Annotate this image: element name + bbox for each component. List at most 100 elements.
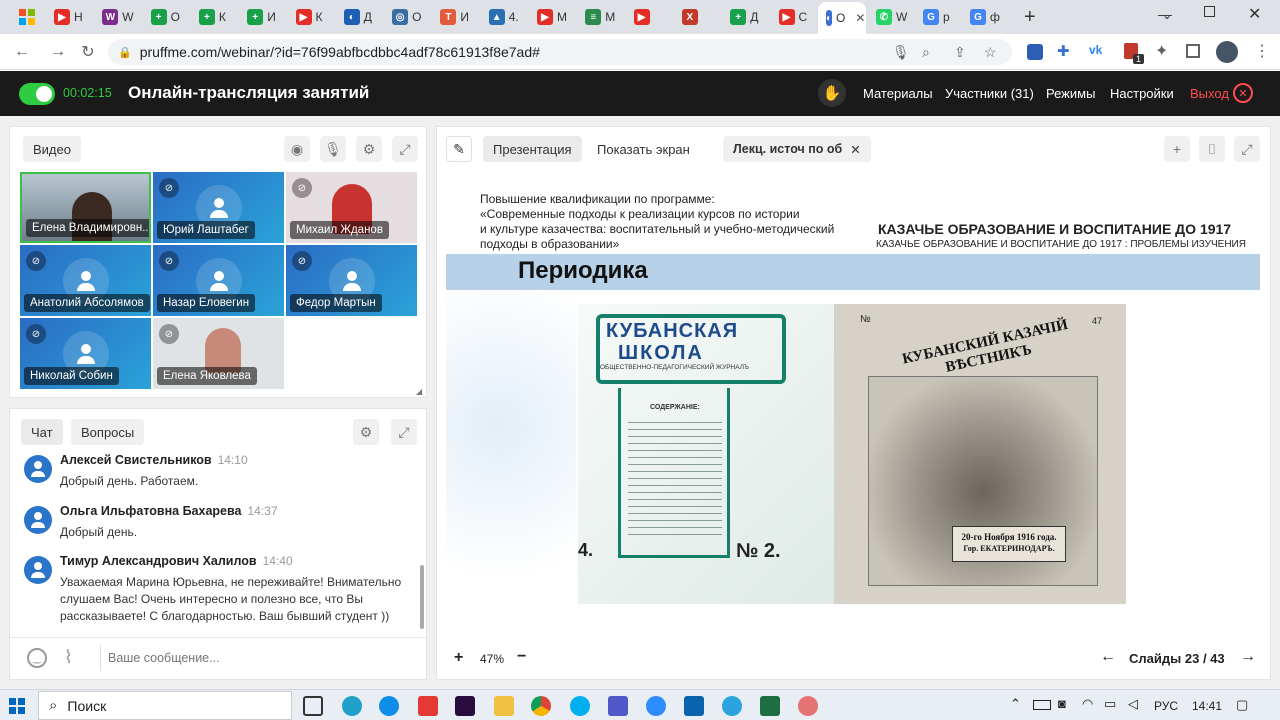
extension-icon[interactable] [1027, 44, 1043, 60]
browser-tab-active[interactable]: ◐ О ✕ [818, 2, 866, 34]
browser-tab[interactable]: + И [243, 4, 276, 30]
telegram-icon[interactable] [722, 696, 742, 716]
nav-participants[interactable]: Участники (31) [945, 86, 1034, 101]
star-icon[interactable]: ☆ [984, 44, 997, 61]
participant-tile[interactable]: ⊘ Анатолий Абсолямов [20, 245, 151, 316]
skype-icon[interactable] [570, 696, 590, 716]
camera-icon[interactable]: ◉ [284, 136, 310, 162]
file-explorer-icon[interactable] [494, 696, 514, 716]
paint-icon[interactable] [798, 696, 818, 716]
puzzle-icon[interactable]: ✚ [1057, 42, 1070, 60]
notifications-icon[interactable]: ▢ [1236, 697, 1248, 713]
nav-settings[interactable]: Настройки [1110, 86, 1174, 101]
chrome-icon[interactable] [531, 696, 551, 716]
participant-tile[interactable]: ⊘ Елена Яковлева [153, 318, 284, 389]
sidebar-icon[interactable] [1186, 44, 1200, 58]
browser-tab[interactable]: Gф [966, 4, 1000, 30]
app-icon[interactable] [418, 696, 438, 716]
premiere-icon[interactable] [455, 696, 475, 716]
extensions-menu-icon[interactable]: ✦ [1155, 41, 1168, 61]
browser-tab[interactable]: ◐ Д [340, 4, 372, 30]
network-icon[interactable]: ▭ [1104, 696, 1116, 712]
participant-tile[interactable]: ⊘ Федор Мартын [286, 245, 417, 316]
browser-tab[interactable]: X [678, 4, 702, 30]
participant-tile[interactable]: ⊘ Назар Еловегин [153, 245, 284, 316]
exit-icon[interactable]: ✕ [1233, 83, 1253, 103]
microphone-icon[interactable]: 🎙 [320, 136, 346, 162]
restore-button[interactable] [1204, 6, 1215, 17]
zoom-icon[interactable] [646, 696, 666, 716]
participant-tile[interactable]: ⊘ Николай Собин [20, 318, 151, 389]
browser-tab[interactable]: + Д [726, 4, 758, 30]
prev-slide-arrow-icon[interactable]: ← [1100, 648, 1116, 666]
wifi-icon[interactable]: ◠ [1082, 696, 1093, 712]
browser-tab[interactable]: + О [147, 4, 180, 30]
close-file-tab-icon[interactable]: ✕ [850, 142, 860, 157]
browser-tab[interactable]: ▶ С [775, 4, 807, 30]
add-icon[interactable]: + [1164, 136, 1190, 162]
browser-tab[interactable]: ≡ М [581, 4, 615, 30]
attachment-icon[interactable]: ⌇ [64, 647, 73, 668]
reload-icon[interactable]: ↻ [78, 42, 98, 62]
clock-time[interactable]: 14:41 [1192, 699, 1222, 713]
browser-tab[interactable]: ▲ 4. [485, 4, 519, 30]
chat-message-input[interactable] [108, 647, 408, 669]
zoom-in-button[interactable]: + [454, 649, 463, 667]
kebab-menu-icon[interactable]: ⋮ [1254, 41, 1270, 61]
zoom-icon[interactable]: ⌕ [922, 44, 930, 61]
windows-logo-icon[interactable] [19, 9, 35, 25]
volume-icon[interactable]: ◁ [1128, 696, 1138, 712]
chat-scrollbar[interactable] [420, 565, 424, 629]
participant-tile[interactable]: Елена Владимировн... [20, 172, 151, 243]
taskbar-search-box[interactable]: ⌕ Поиск [38, 691, 292, 720]
browser-tab[interactable]: Gр [919, 4, 950, 30]
edge-icon[interactable] [342, 696, 362, 716]
excel-icon[interactable] [760, 696, 780, 716]
browser-tab[interactable]: ✆ W [872, 4, 907, 30]
browser-tab[interactable]: ▶ Н [50, 4, 83, 30]
expand-icon[interactable]: ⤢ [392, 136, 418, 162]
browser-tab[interactable]: ▶ М [533, 4, 567, 30]
outlook-icon[interactable] [684, 696, 704, 716]
tab-share-screen[interactable]: Показать экран [587, 136, 700, 162]
battery-icon[interactable] [1033, 700, 1051, 710]
raise-hand-icon[interactable]: ✋ [818, 79, 846, 107]
tab-presentation[interactable]: Презентация [483, 136, 582, 162]
close-window-button[interactable]: ✕ [1248, 4, 1261, 24]
camera-tray-icon[interactable]: ◙ [1058, 696, 1066, 711]
nav-modes[interactable]: Режимы [1046, 86, 1095, 101]
profile-avatar[interactable] [1216, 41, 1238, 63]
participant-tile[interactable]: ⊘ Михаил Жданов [286, 172, 417, 243]
browser-tab[interactable]: ◎ О [388, 4, 421, 30]
mic-icon[interactable]: 🎙 [892, 44, 910, 61]
broadcast-toggle[interactable] [19, 83, 55, 105]
emoji-icon[interactable]: ‿ [27, 648, 47, 668]
resize-handle-icon[interactable]: ◢ [416, 387, 422, 396]
input-language[interactable]: РУС [1154, 699, 1178, 713]
browser-tab[interactable]: ▶ [630, 4, 654, 30]
share-icon[interactable]: ⇪ [954, 44, 966, 61]
tray-chevron-up-icon[interactable]: ⌃ [1010, 696, 1021, 712]
tab-chat[interactable]: Чат [21, 419, 63, 445]
task-view-icon[interactable] [303, 696, 323, 716]
browser-tab[interactable]: TИ [436, 4, 469, 30]
exit-button[interactable]: Выход [1190, 86, 1229, 101]
browser-tab[interactable]: + К [195, 4, 226, 30]
minimize-button[interactable]: — [1158, 6, 1172, 22]
teamviewer-icon[interactable] [379, 696, 399, 716]
new-tab-button[interactable]: + [1024, 6, 1036, 29]
pencil-icon[interactable]: ✎ [446, 136, 472, 162]
chat-settings-gear-icon[interactable]: ⚙ [353, 419, 379, 445]
address-bar[interactable]: 🔒 pruffme.com/webinar/?id=76f99abfbcdbbc… [108, 39, 1012, 65]
vk-icon[interactable]: vk [1089, 43, 1102, 57]
browser-tab[interactable]: WW [98, 4, 134, 30]
start-button-icon[interactable] [9, 698, 25, 714]
fullscreen-icon[interactable]: ⤢ [1234, 136, 1260, 162]
file-tab[interactable]: Лекц. источ по об ✕ [723, 136, 871, 162]
browser-tab[interactable]: ▶ К [292, 4, 323, 30]
gear-icon[interactable]: ⚙ [356, 136, 382, 162]
participant-tile[interactable]: ⊘ Юрий Лаштабег [153, 172, 284, 243]
tab-questions[interactable]: Вопросы [71, 419, 145, 445]
back-arrow-icon[interactable]: ← [12, 42, 32, 62]
next-slide-arrow-icon[interactable]: → [1240, 648, 1256, 666]
